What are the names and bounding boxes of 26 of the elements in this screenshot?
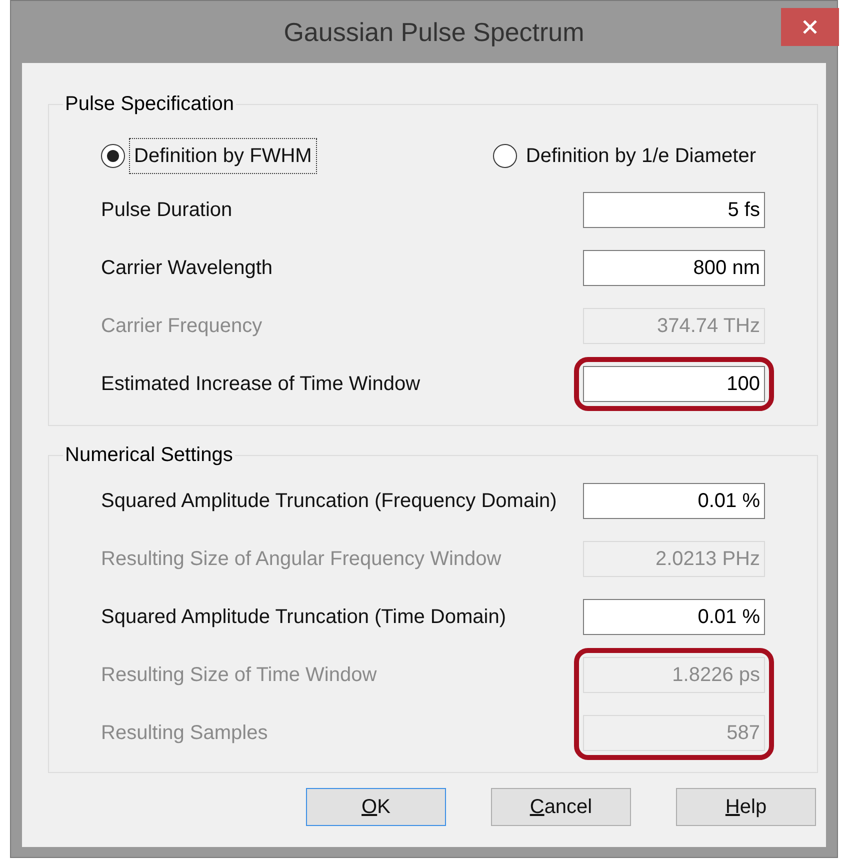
field-label: Resulting Samples <box>101 721 268 746</box>
dialog-button[interactable]: OK <box>306 788 446 826</box>
close-button[interactable] <box>781 8 839 46</box>
close-icon <box>802 19 818 35</box>
input-field[interactable]: 100 <box>583 366 765 402</box>
radio-label[interactable]: Definition by FWHM <box>129 138 317 174</box>
input-field[interactable]: 0.01 % <box>583 599 765 635</box>
dialog-button[interactable]: Cancel <box>491 788 631 826</box>
field-label: Squared Amplitude Truncation (Time Domain) <box>101 605 506 630</box>
input-field[interactable]: 0.01 % <box>583 483 765 519</box>
field-label: Pulse Duration <box>101 198 232 223</box>
field-label: Resulting Size of Time Window <box>101 663 377 688</box>
dialog-button[interactable]: Help <box>676 788 816 826</box>
field-label: Carrier Frequency <box>101 314 262 339</box>
radio-button[interactable] <box>101 144 125 168</box>
field-label: Resulting Size of Angular Frequency Window <box>101 547 502 572</box>
group-title: Pulse Specification <box>64 92 235 117</box>
radio-button[interactable] <box>492 144 517 168</box>
input-field[interactable]: 800 nm <box>583 250 765 286</box>
input-field[interactable]: 5 fs <box>583 192 765 228</box>
window-title: Gaussian Pulse Spectrum <box>284 16 584 48</box>
field-label: Carrier Wavelength <box>101 256 273 281</box>
field-label: Estimated Increase of Time Window <box>101 372 420 397</box>
group-title: Numerical Settings <box>64 443 234 468</box>
radio-label[interactable]: Definition by 1/e Diameter <box>520 138 761 174</box>
field-label: Squared Amplitude Truncation (Frequency Domain) <box>101 489 557 514</box>
